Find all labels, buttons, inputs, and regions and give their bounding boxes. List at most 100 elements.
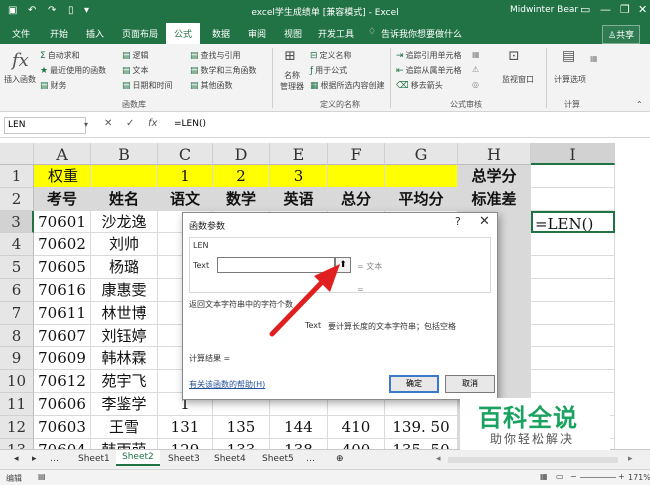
row-header[interactable]: 12 [0, 415, 34, 439]
column-header[interactable]: A [34, 143, 91, 165]
cell[interactable]: 刘帅 [91, 233, 158, 257]
cell[interactable]: 林世博 [91, 301, 158, 325]
zoom-slider[interactable] [580, 477, 616, 478]
header-cell[interactable]: 数学 [213, 187, 270, 211]
sheet-tab-3[interactable]: Sheet3 [162, 452, 206, 466]
row-header[interactable]: 8 [0, 324, 34, 348]
minimize-button[interactable]: — [600, 3, 611, 16]
header-cell[interactable]: 考号 [34, 187, 91, 211]
show-formulas-icon[interactable]: ▦ [472, 50, 480, 59]
sheet-tab-2[interactable]: Sheet2 [116, 450, 160, 466]
cell[interactable] [531, 233, 615, 257]
scroll-right-icon[interactable]: ▸ [26, 452, 43, 466]
cell[interactable] [531, 165, 615, 188]
cell[interactable]: 苑宇飞 [91, 370, 158, 393]
cell[interactable]: 144 [270, 415, 328, 439]
autosum-button[interactable]: Σ 自动求和 [40, 50, 80, 61]
tell-me-box[interactable]: 告诉我你想要做什么 [381, 27, 462, 40]
cell[interactable]: 70601 [34, 210, 91, 234]
header-cell[interactable]: 姓名 [91, 187, 158, 211]
row-header[interactable]: 1 [0, 165, 34, 188]
cell[interactable] [531, 256, 615, 279]
watch-window-icon[interactable]: ⊡ [508, 48, 520, 64]
close-button[interactable]: ✕ [638, 3, 647, 16]
cell[interactable]: 70611 [34, 301, 91, 325]
calc-options-icon[interactable]: ▤ [562, 48, 575, 64]
cell[interactable]: 131 [158, 415, 213, 439]
sheet-tab-4[interactable]: Sheet4 [208, 452, 252, 466]
ok-button[interactable]: 确定 [389, 375, 439, 393]
zoom-out-icon[interactable]: − [570, 472, 577, 481]
scroll-left-icon[interactable]: ◂ [8, 452, 25, 466]
use-in-formula-button[interactable]: ƒ 用于公式 [310, 65, 347, 76]
ribbon-display-icon[interactable]: ▭ [580, 3, 590, 16]
row-header[interactable]: 11 [0, 393, 34, 416]
row-header[interactable]: 7 [0, 301, 34, 325]
row-header[interactable]: 9 [0, 347, 34, 371]
cell[interactable]: 李鉴学 [91, 393, 158, 416]
math-button[interactable]: ▤ 数学和三角函数 [190, 65, 257, 76]
calc-options-button[interactable]: 计算选项 [554, 74, 586, 85]
watch-window-button[interactable]: 监视窗口 [502, 74, 534, 85]
enter-icon[interactable]: ✓ [126, 118, 134, 129]
header-cell[interactable]: 标准差 [458, 187, 531, 211]
cell[interactable]: 135 [213, 415, 270, 439]
more-sheets-icon[interactable]: … [44, 452, 65, 466]
cell[interactable]: 70602 [34, 233, 91, 257]
datetime-button[interactable]: ▤ 日期和时间 [122, 80, 173, 91]
help-icon[interactable]: ? [455, 215, 461, 228]
financial-button[interactable]: ▤ 财务 [40, 80, 67, 91]
column-header[interactable]: E [270, 143, 328, 165]
text-button[interactable]: ▤ 文本 [122, 65, 149, 76]
cell[interactable]: 70607 [34, 324, 91, 348]
add-sheet-icon[interactable]: ⊕ [330, 452, 350, 466]
column-header[interactable]: I [531, 143, 615, 165]
select-all-corner[interactable] [0, 143, 34, 165]
cell[interactable]: 70605 [34, 256, 91, 279]
tab-insert[interactable]: 插入 [86, 27, 104, 40]
scroll-right-icon[interactable]: ▸ [622, 452, 639, 466]
zoom-in-icon[interactable]: + [618, 472, 625, 481]
cell[interactable]: 410 [328, 415, 385, 439]
header-cell[interactable]: 平均分 [385, 187, 458, 211]
cell[interactable] [328, 165, 385, 188]
header-cell[interactable]: 总分 [328, 187, 385, 211]
cell[interactable]: 刘钰婷 [91, 324, 158, 348]
name-box-dropdown-icon[interactable]: ▾ [84, 120, 88, 129]
cell[interactable] [531, 347, 615, 371]
tab-page-layout[interactable]: 页面布局 [122, 27, 158, 40]
tab-data[interactable]: 数据 [212, 27, 230, 40]
sheet-tab-1[interactable]: Sheet1 [72, 452, 116, 466]
row-header[interactable]: 5 [0, 256, 34, 279]
row-header[interactable]: 6 [0, 279, 34, 302]
cancel-icon[interactable]: ✕ [104, 118, 112, 129]
cell[interactable]: 70616 [34, 279, 91, 302]
cell[interactable]: 韩林霖 [91, 347, 158, 371]
recent-functions-button[interactable]: ★ 最近使用的函数 [40, 65, 106, 76]
insert-function-icon[interactable]: fx [12, 50, 29, 71]
sheet-tab-5[interactable]: Sheet5 [256, 452, 300, 466]
zoom-level[interactable]: 171% [628, 473, 650, 482]
name-box[interactable]: LEN [4, 117, 86, 134]
cell[interactable] [531, 324, 615, 348]
cell[interactable]: 2 [213, 165, 270, 188]
restore-button[interactable]: ❐ [620, 3, 630, 16]
trace-precedents-button[interactable]: ⇥ 追踪引用单元格 [396, 50, 462, 61]
active-cell[interactable]: =LEN() [531, 210, 615, 234]
error-check-icon[interactable]: ⚠ [472, 65, 479, 74]
cell[interactable] [531, 301, 615, 325]
help-link[interactable]: 有关该函数的帮助(H) [189, 379, 265, 390]
column-header[interactable]: F [328, 143, 385, 165]
create-from-selection-button[interactable]: ▦ 根据所选内容创建 [310, 80, 385, 91]
tab-formulas[interactable]: 公式 [166, 23, 201, 44]
cell[interactable]: 70606 [34, 393, 91, 416]
cell[interactable]: 3 [270, 165, 328, 188]
horizontal-scrollbar[interactable] [448, 457, 618, 463]
row-header[interactable]: 10 [0, 370, 34, 393]
normal-view-icon[interactable]: ▦ [540, 472, 548, 481]
tab-home[interactable]: 开始 [50, 27, 68, 40]
macro-record-icon[interactable]: ▤ [38, 472, 46, 481]
tab-developer[interactable]: 开发工具 [318, 27, 354, 40]
tab-file[interactable]: 文件 [12, 27, 30, 40]
column-header[interactable]: B [91, 143, 158, 165]
